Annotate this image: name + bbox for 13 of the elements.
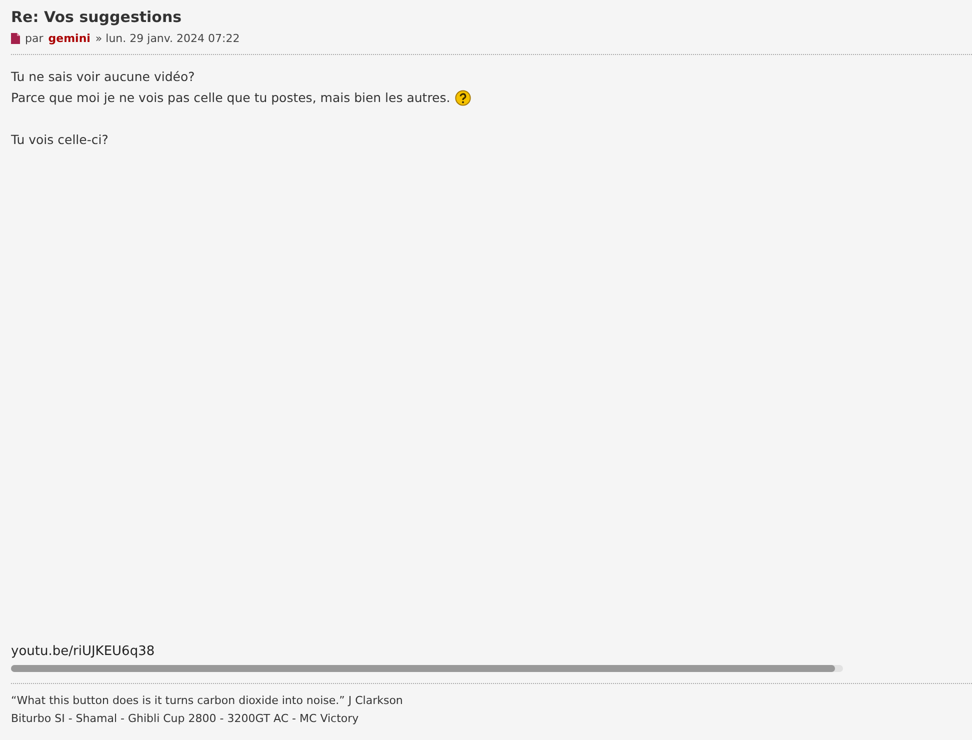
- document-icon[interactable]: [11, 33, 20, 44]
- signature-text: Biturbo SI - Shamal - Ghibli Cup 2800 - 3200GT AC - MC Victory: [11, 711, 360, 727]
- post-title: Re: Vos suggestions: [11, 8, 183, 28]
- video-link[interactable]: youtu.be/riUJKEU6q38: [11, 641, 155, 662]
- by-label: par: [25, 32, 44, 45]
- post-text: Tu ne sais voir aucune vidéo?: [11, 68, 195, 86]
- question-smiley-icon: [455, 90, 472, 106]
- post-date: » lun. 29 janv. 2024 07:22: [95, 32, 240, 45]
- author-name[interactable]: gemini: [48, 32, 90, 45]
- post-text: Tu vois celle-ci?: [11, 131, 108, 149]
- signature-text: “What this button does is it turns carbon dioxide into noise.” J Clarkson: [11, 693, 404, 709]
- post-text: Parce que moi je ne vois pas celle que tu postes, mais bien les autres.: [11, 89, 450, 107]
- horizontal-scrollbar[interactable]: [11, 665, 843, 672]
